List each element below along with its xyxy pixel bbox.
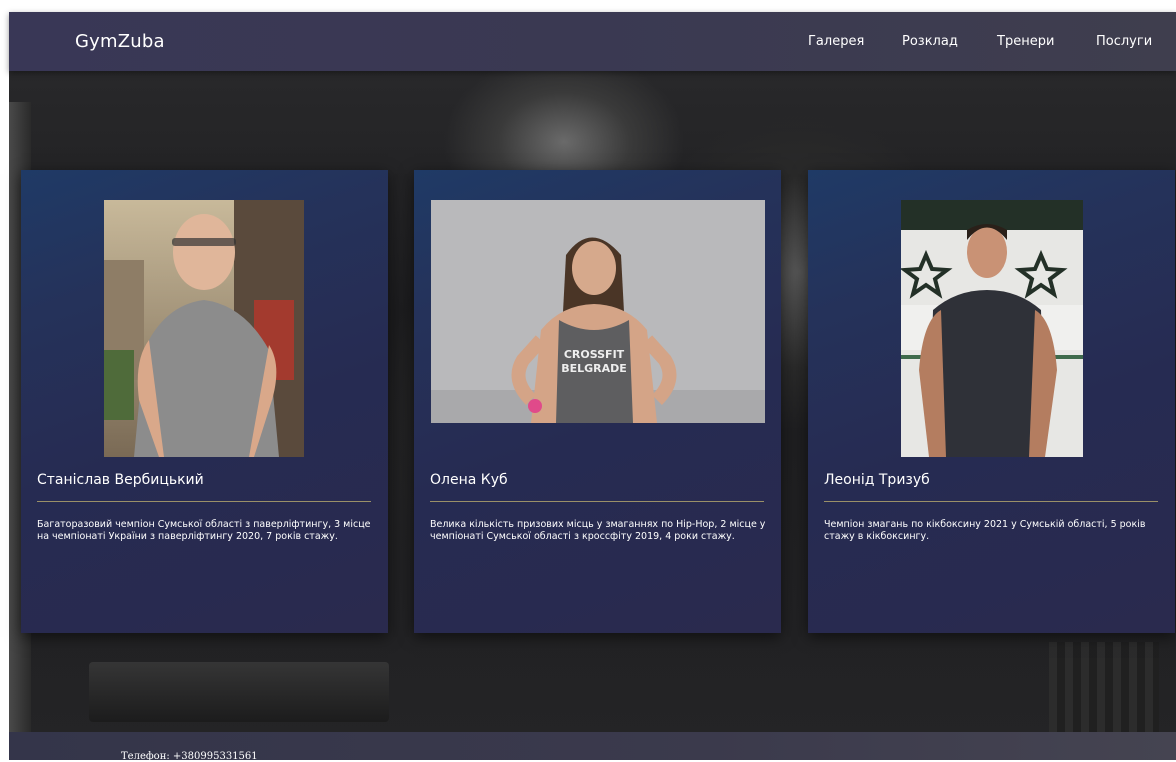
nav-gallery[interactable]: Галерея (808, 34, 864, 49)
nav-trainers[interactable]: Тренери (997, 34, 1054, 49)
trainer-description: Велика кількість призових місць у змаган… (430, 519, 766, 542)
divider (430, 501, 764, 502)
site-footer: Телефон: +380995331561 (9, 732, 1176, 762)
site-logo[interactable]: GymZuba (75, 31, 165, 52)
divider (37, 501, 371, 502)
nav-services[interactable]: Послуги (1096, 34, 1152, 49)
trainer-card: CROSSFIT BELGRADE Олена Куб Велика кільк… (414, 170, 781, 633)
trainer-name: Станіслав Вербицький (37, 472, 204, 488)
trainer-name: Леонід Тризуб (824, 472, 930, 488)
trainer-description: Чемпіон змагань по кікбоксину 2021 у Сум… (824, 519, 1146, 542)
trainer-photo (901, 200, 1083, 457)
divider (824, 501, 1158, 502)
trainer-description: Багаторазовий чемпіон Сумської області з… (37, 519, 371, 542)
nav-schedule[interactable]: Розклад (902, 34, 958, 49)
background-weights (1049, 642, 1159, 732)
trainer-photo: CROSSFIT BELGRADE (431, 200, 765, 423)
trainer-photo (104, 200, 304, 457)
trainer-card: Леонід Тризуб Чемпіон змагань по кікбокс… (808, 170, 1175, 633)
trainer-name: Олена Куб (430, 472, 508, 488)
shirt-text-line1: CROSSFIT (564, 348, 625, 361)
trainer-card: Станіслав Вербицький Багаторазовий чемпі… (21, 170, 388, 633)
background-bench (89, 662, 389, 722)
phone-number[interactable]: Телефон: +380995331561 (121, 751, 258, 762)
site-header: GymZuba Галерея Розклад Тренери Послуги (9, 12, 1176, 71)
shirt-text-line2: BELGRADE (561, 362, 627, 375)
